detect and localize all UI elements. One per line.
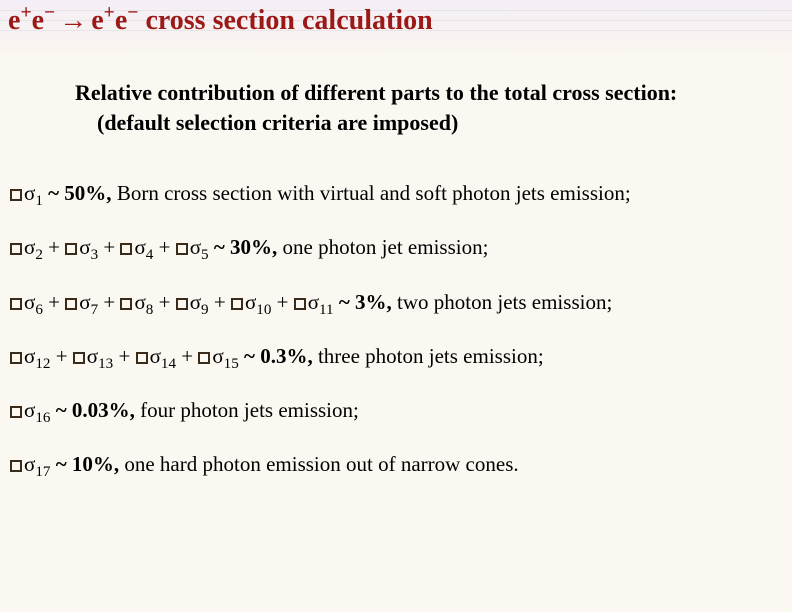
description: one hard photon emission out of narrow c… <box>124 452 518 476</box>
cross-section-item: σ2 + σ3 + σ4 + σ5 ~ 30%, one photon jet … <box>10 234 770 260</box>
sigma-symbol: σ <box>212 344 223 368</box>
bullet-icon <box>176 243 188 255</box>
sigma-symbol: σ <box>24 398 35 422</box>
sigma-symbol: σ <box>79 235 90 259</box>
sigma-subscript: 5 <box>201 247 209 263</box>
bullet-icon <box>10 406 22 418</box>
sigma-subscript: 17 <box>35 464 50 480</box>
sigma-symbol: σ <box>24 235 35 259</box>
bullet-icon <box>10 352 22 364</box>
items-list: σ1 ~ 50%, Born cross section with virtua… <box>10 180 770 506</box>
percentage: ~ 0.03%, <box>56 398 135 422</box>
bullet-icon <box>65 298 77 310</box>
description: one photon jet emission; <box>283 235 489 259</box>
description: two photon jets emission; <box>397 290 612 314</box>
sigma-subscript: 10 <box>256 302 271 318</box>
bullet-icon <box>10 189 22 201</box>
sigma-symbol: σ <box>134 290 145 314</box>
arrow-icon: → <box>55 5 91 36</box>
sigma-subscript: 3 <box>91 247 99 263</box>
sigma-subscript: 2 <box>35 247 43 263</box>
intro-line1: Relative contribution of different parts… <box>75 80 677 105</box>
bullet-icon <box>10 460 22 472</box>
percentage: ~ 0.3%, <box>244 344 313 368</box>
cross-section-item: σ16 ~ 0.03%, four photon jets emission; <box>10 397 770 423</box>
sigma-symbol: σ <box>87 344 98 368</box>
cross-section-item: σ1 ~ 50%, Born cross section with virtua… <box>10 180 770 206</box>
bullet-icon <box>294 298 306 310</box>
bullet-icon <box>73 352 85 364</box>
slide: e+e−→e+e− cross section calculation Rela… <box>0 0 792 612</box>
sigma-subscript: 6 <box>35 302 43 318</box>
sigma-subscript: 15 <box>224 356 239 372</box>
title-rhs: e+e− <box>91 5 138 36</box>
description: three photon jets emission; <box>318 344 544 368</box>
sigma-subscript: 16 <box>35 410 50 426</box>
sigma-symbol: σ <box>245 290 256 314</box>
sigma-symbol: σ <box>24 181 35 205</box>
description: Born cross section with virtual and soft… <box>117 181 631 205</box>
intro-line2: (default selection criteria are imposed) <box>97 110 458 135</box>
bullet-icon <box>65 243 77 255</box>
slide-title: e+e−→e+e− cross section calculation <box>8 6 433 37</box>
bullet-icon <box>120 243 132 255</box>
bullet-icon <box>10 298 22 310</box>
cross-section-item: σ6 + σ7 + σ8 + σ9 + σ10 + σ11 ~ 3%, two … <box>10 289 770 315</box>
title-lhs: e+e− <box>8 5 55 36</box>
sigma-subscript: 4 <box>146 247 154 263</box>
sigma-symbol: σ <box>24 290 35 314</box>
percentage: ~ 50%, <box>48 181 111 205</box>
cross-section-item: σ12 + σ13 + σ14 + σ15 ~ 0.3%, three phot… <box>10 343 770 369</box>
bullet-icon <box>10 243 22 255</box>
description: four photon jets emission; <box>140 398 359 422</box>
bullet-icon <box>136 352 148 364</box>
sigma-symbol: σ <box>190 290 201 314</box>
sigma-subscript: 7 <box>91 302 99 318</box>
sigma-subscript: 14 <box>161 356 176 372</box>
sigma-symbol: σ <box>24 452 35 476</box>
intro-text: Relative contribution of different parts… <box>75 78 735 137</box>
sigma-symbol: σ <box>24 344 35 368</box>
bullet-icon <box>198 352 210 364</box>
sigma-subscript: 8 <box>146 302 154 318</box>
bullet-icon <box>231 298 243 310</box>
bullet-icon <box>120 298 132 310</box>
title-tail: cross section calculation <box>145 5 432 36</box>
sigma-subscript: 11 <box>319 302 334 318</box>
sigma-symbol: σ <box>190 235 201 259</box>
cross-section-item: σ17 ~ 10%, one hard photon emission out … <box>10 451 770 477</box>
percentage: ~ 30%, <box>214 235 277 259</box>
sigma-symbol: σ <box>150 344 161 368</box>
sigma-symbol: σ <box>79 290 90 314</box>
sigma-symbol: σ <box>134 235 145 259</box>
sigma-subscript: 12 <box>35 356 50 372</box>
sigma-symbol: σ <box>308 290 319 314</box>
sigma-subscript: 1 <box>35 193 43 209</box>
sigma-subscript: 9 <box>201 302 209 318</box>
bullet-icon <box>176 298 188 310</box>
sigma-subscript: 13 <box>98 356 113 372</box>
percentage: ~ 10%, <box>56 452 119 476</box>
percentage: ~ 3%, <box>339 290 392 314</box>
